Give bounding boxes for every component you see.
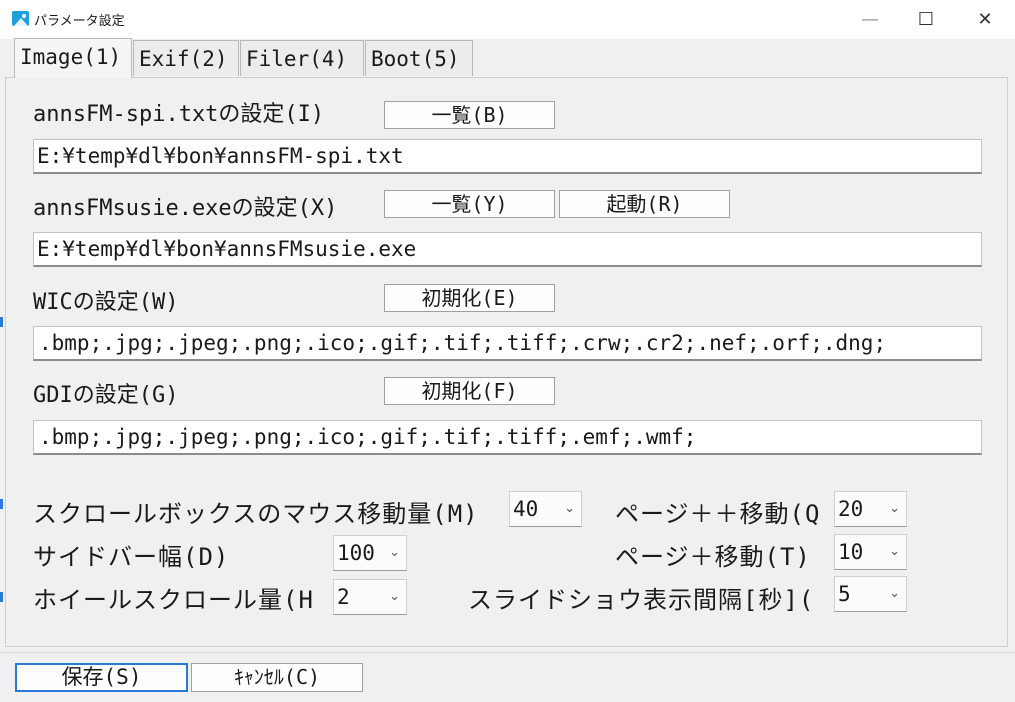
page-plus-plus-label: ページ＋＋移動(Q bbox=[615, 500, 821, 528]
title-bar: パラメータ設定 — ☐ ✕ bbox=[0, 0, 1015, 39]
spi-path-input[interactable]: E:¥temp¥dl¥bon¥annsFM-spi.txt bbox=[33, 139, 982, 174]
scrollbox-move-label: スクロールボックスのマウス移動量(M) bbox=[33, 500, 479, 528]
gdi-init-button[interactable]: 初期化(F) bbox=[384, 377, 555, 405]
wic-setting-label: WICの設定(W) bbox=[33, 290, 179, 315]
susie-list-button[interactable]: 一覧(Y) bbox=[384, 190, 555, 218]
gdi-setting-label: GDIの設定(G) bbox=[33, 383, 179, 408]
page-plus-value: 10 bbox=[838, 540, 864, 564]
susie-launch-button[interactable]: 起動(R) bbox=[559, 190, 730, 218]
wheel-scroll-select[interactable]: 2 ⌄ bbox=[333, 579, 407, 615]
minimize-button[interactable]: — bbox=[842, 0, 898, 39]
edge-marker bbox=[0, 592, 3, 602]
chevron-down-icon: ⌄ bbox=[389, 589, 400, 604]
chevron-down-icon: ⌄ bbox=[564, 501, 575, 516]
wheel-scroll-label: ホイールスクロール量(H bbox=[33, 586, 314, 614]
wheel-scroll-value: 2 bbox=[337, 585, 350, 609]
spi-setting-label: annsFM-spi.txtの設定(I) bbox=[33, 102, 325, 127]
window-title: パラメータ設定 bbox=[34, 14, 125, 29]
wic-init-button[interactable]: 初期化(E) bbox=[384, 284, 555, 312]
slideshow-interval-label: スライドショウ表示間隔[秒]( bbox=[468, 586, 815, 614]
tab-boot[interactable]: Boot(5) bbox=[365, 40, 473, 76]
edge-marker bbox=[0, 499, 3, 509]
page-plus-select[interactable]: 10 ⌄ bbox=[834, 534, 907, 570]
chevron-down-icon: ⌄ bbox=[889, 544, 900, 559]
tab-exif[interactable]: Exif(2) bbox=[133, 40, 239, 76]
cancel-button[interactable]: ｷｬﾝｾﾙ(C) bbox=[191, 663, 363, 692]
sidebar-width-value: 100 bbox=[337, 541, 375, 565]
maximize-button[interactable]: ☐ bbox=[898, 0, 954, 39]
wic-extensions-input[interactable]: .bmp;.jpg;.jpeg;.png;.ico;.gif;.tif;.tif… bbox=[33, 326, 982, 361]
page-plus-plus-value: 20 bbox=[838, 497, 864, 521]
susie-path-input[interactable]: E:¥temp¥dl¥bon¥annsFMsusie.exe bbox=[33, 232, 982, 267]
chevron-down-icon: ⌄ bbox=[389, 545, 400, 560]
spi-list-button[interactable]: 一覧(B) bbox=[384, 101, 555, 129]
sidebar-width-select[interactable]: 100 ⌄ bbox=[333, 535, 407, 571]
chevron-down-icon: ⌄ bbox=[889, 501, 900, 516]
slideshow-interval-select[interactable]: 5 ⌄ bbox=[834, 576, 907, 612]
slideshow-interval-value: 5 bbox=[838, 582, 851, 606]
save-button[interactable]: 保存(S) bbox=[15, 663, 188, 692]
page-plus-plus-select[interactable]: 20 ⌄ bbox=[834, 491, 907, 527]
close-button[interactable]: ✕ bbox=[957, 0, 1013, 39]
scrollbox-move-value: 40 bbox=[513, 497, 539, 521]
scrollbox-move-select[interactable]: 40 ⌄ bbox=[509, 491, 582, 527]
edge-marker bbox=[0, 317, 3, 327]
footer-divider bbox=[0, 652, 1015, 653]
page-plus-label: ページ＋移動(T) bbox=[615, 543, 811, 571]
gdi-extensions-input[interactable]: .bmp;.jpg;.jpeg;.png;.ico;.gif;.tif;.tif… bbox=[33, 420, 982, 455]
chevron-down-icon: ⌄ bbox=[889, 586, 900, 601]
susie-setting-label: annsFMsusie.exeの設定(X) bbox=[33, 196, 338, 221]
sidebar-width-label: サイドバー幅(D) bbox=[33, 543, 230, 571]
app-picture-icon bbox=[12, 11, 29, 26]
tab-image[interactable]: Image(1) bbox=[14, 38, 132, 78]
tab-filer[interactable]: Filer(4) bbox=[240, 40, 364, 76]
